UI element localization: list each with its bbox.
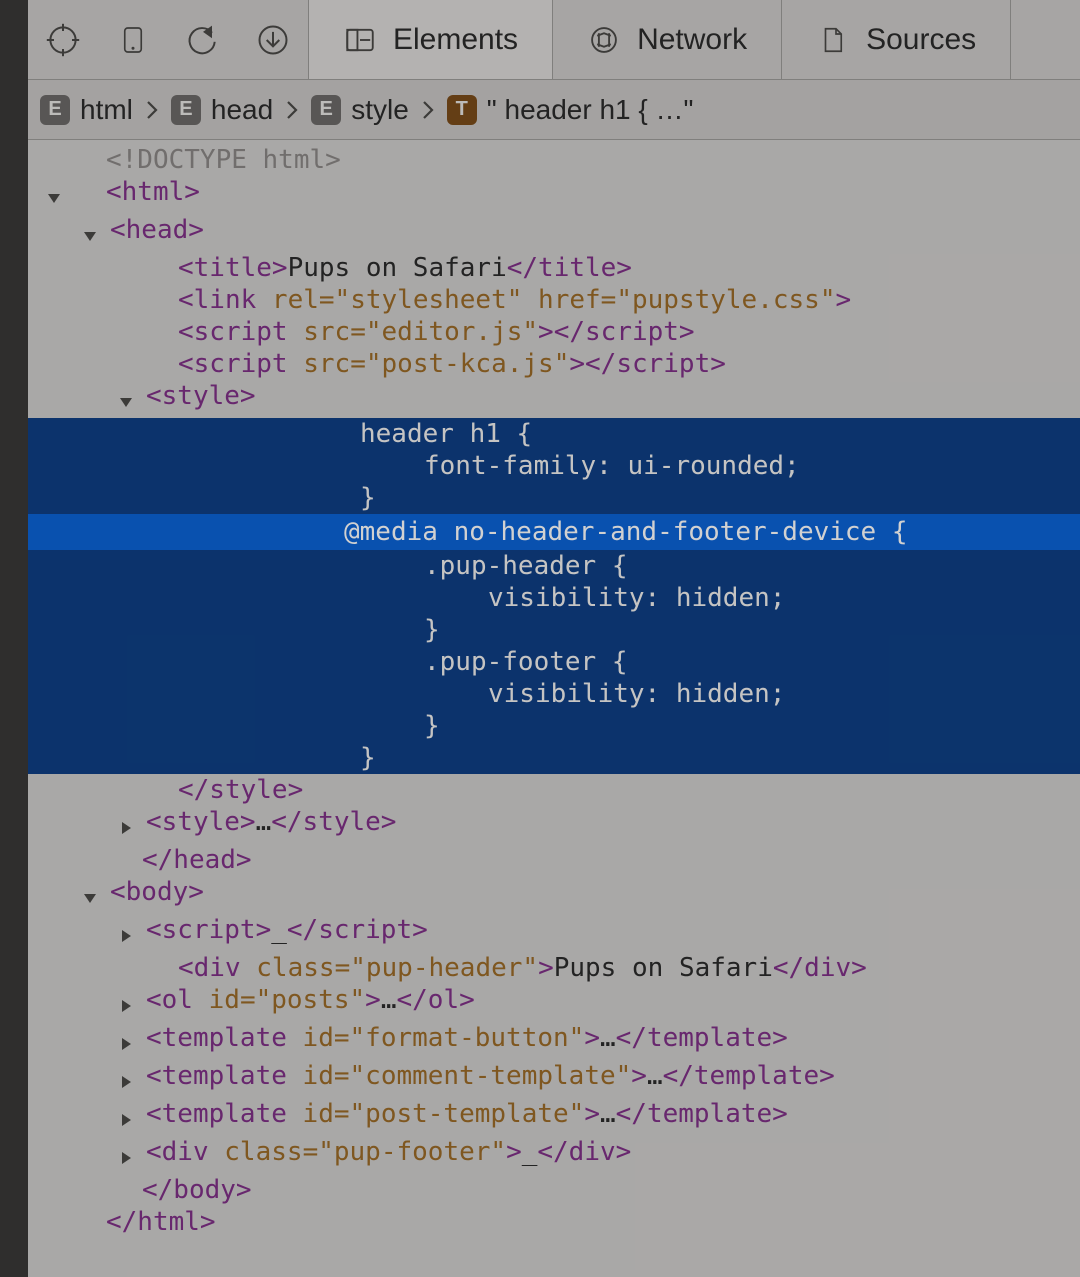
crumb-label: style: [351, 94, 409, 126]
css-line[interactable]: header h1 {: [28, 418, 1080, 450]
css-line[interactable]: .pup-header {: [28, 550, 1080, 582]
crumb-label: head: [211, 94, 273, 126]
dom-row-doctype[interactable]: <!DOCTYPE html>: [28, 144, 1080, 176]
crumb-label: " header h1 { …": [487, 94, 694, 126]
css-line[interactable]: }: [28, 614, 1080, 646]
crumb-text-node[interactable]: T " header h1 { …": [447, 94, 694, 126]
tab-sources-label: Sources: [866, 23, 976, 57]
dom-row-script-2[interactable]: <script src="post-kca.js"></script>: [28, 348, 1080, 380]
dom-row-script-1[interactable]: <script src="editor.js"></script>: [28, 316, 1080, 348]
chevron-right-icon: [283, 96, 301, 124]
disclosure-right-icon[interactable]: [118, 1028, 140, 1060]
dom-row-html-open[interactable]: <html>: [28, 176, 1080, 214]
inspect-element-button[interactable]: [42, 19, 84, 61]
dom-row-ol-posts[interactable]: <ol id="posts">…</ol>: [28, 984, 1080, 1022]
disclosure-right-icon[interactable]: [118, 990, 140, 1022]
css-line[interactable]: visibility: hidden;: [28, 678, 1080, 710]
dom-row-body-script[interactable]: <script>_</script>: [28, 914, 1080, 952]
tab-sources[interactable]: Sources: [782, 0, 1011, 79]
dom-row-style-close[interactable]: </style>: [28, 774, 1080, 806]
dom-row-pup-header[interactable]: <div class="pup-header">Pups on Safari</…: [28, 952, 1080, 984]
chevron-right-icon: [419, 96, 437, 124]
crumb-html[interactable]: E html: [40, 94, 133, 126]
dom-row-style-open[interactable]: <style>: [28, 380, 1080, 418]
sources-icon: [816, 23, 850, 57]
doctype-text: <!DOCTYPE html>: [106, 144, 341, 176]
network-icon: [587, 23, 621, 57]
element-badge-icon: E: [171, 95, 201, 125]
download-button[interactable]: [252, 19, 294, 61]
dom-row-body-close[interactable]: </body>: [28, 1174, 1080, 1206]
crumb-label: html: [80, 94, 133, 126]
disclosure-down-icon[interactable]: [46, 182, 68, 214]
dom-breadcrumb: E html E head E style T " header h1 { …": [28, 80, 1080, 140]
disclosure-down-icon[interactable]: [118, 386, 140, 418]
text-badge-icon: T: [447, 95, 477, 125]
css-line[interactable]: }: [28, 742, 1080, 774]
disclosure-right-icon[interactable]: [118, 920, 140, 952]
crumb-head[interactable]: E head: [171, 94, 273, 126]
dom-row-template-format[interactable]: <template id="format-button">…</template…: [28, 1022, 1080, 1060]
css-line[interactable]: font-family: ui-rounded;: [28, 450, 1080, 482]
elements-icon: [343, 23, 377, 57]
toolbar-left-tools: [28, 0, 309, 79]
tab-elements[interactable]: Elements: [309, 0, 553, 79]
selected-text-node[interactable]: header h1 { font-family: ui-rounded; } @…: [28, 418, 1080, 774]
dom-tree[interactable]: <!DOCTYPE html> <html> <head> <title>Pup…: [28, 140, 1080, 1238]
dom-row-template-post[interactable]: <template id="post-template">…</template…: [28, 1098, 1080, 1136]
inspector-tabs: Elements Network Sources: [309, 0, 1080, 79]
css-line[interactable]: .pup-footer {: [28, 646, 1080, 678]
dom-row-html-close[interactable]: </html>: [28, 1206, 1080, 1238]
css-line[interactable]: }: [28, 482, 1080, 514]
dom-row-body-open[interactable]: <body>: [28, 876, 1080, 914]
dom-row-head-open[interactable]: <head>: [28, 214, 1080, 252]
device-button[interactable]: [112, 19, 154, 61]
crumb-style[interactable]: E style: [311, 94, 409, 126]
disclosure-down-icon[interactable]: [82, 882, 104, 914]
disclosure-down-icon[interactable]: [82, 220, 104, 252]
tab-network[interactable]: Network: [553, 0, 782, 79]
element-badge-icon: E: [311, 95, 341, 125]
css-line[interactable]: }: [28, 710, 1080, 742]
inspector-tabbar: Elements Network Sources: [28, 0, 1080, 80]
dom-row-template-comment[interactable]: <template id="comment-template">…</templ…: [28, 1060, 1080, 1098]
disclosure-right-icon[interactable]: [118, 1066, 140, 1098]
dom-row-link[interactable]: <link rel="stylesheet" href="pupstyle.cs…: [28, 284, 1080, 316]
dom-row-head-close[interactable]: </head>: [28, 844, 1080, 876]
chevron-right-icon: [143, 96, 161, 124]
pup-header-text: Pups on Safari: [554, 952, 773, 984]
tab-network-label: Network: [637, 23, 747, 57]
title-text: Pups on Safari: [288, 252, 507, 284]
tab-elements-label: Elements: [393, 23, 518, 57]
dom-row-style2[interactable]: <style>…</style>: [28, 806, 1080, 844]
dom-row-pup-footer[interactable]: <div class="pup-footer">_</div>: [28, 1136, 1080, 1174]
css-line-highlighted[interactable]: @media no-header-and-footer-device {: [28, 514, 1080, 550]
element-badge-icon: E: [40, 95, 70, 125]
reload-button[interactable]: [182, 19, 224, 61]
disclosure-right-icon[interactable]: [118, 812, 140, 844]
window-left-rail: [0, 0, 28, 1277]
disclosure-right-icon[interactable]: [118, 1142, 140, 1174]
disclosure-right-icon[interactable]: [118, 1104, 140, 1136]
dom-row-title[interactable]: <title>Pups on Safari</title>: [28, 252, 1080, 284]
css-line[interactable]: visibility: hidden;: [28, 582, 1080, 614]
